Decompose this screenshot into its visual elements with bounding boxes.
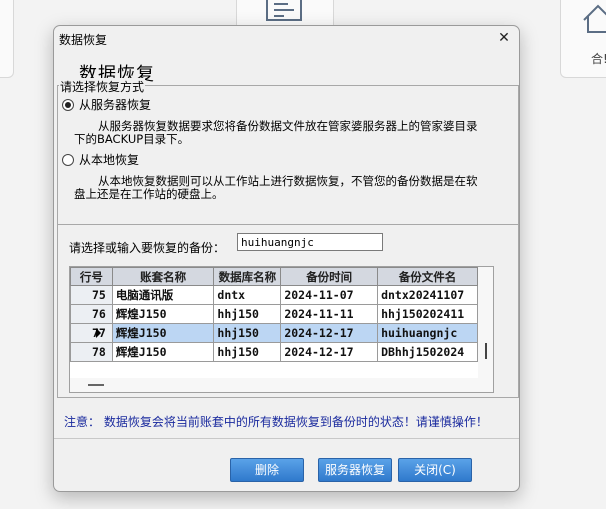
local-restore-description-line2: 盘上还是在工作站的硬盘上。 xyxy=(74,187,224,201)
title-bar[interactable]: 数据恢复 ✕ xyxy=(54,26,519,50)
recover-method-legend: 请选择恢复方式 xyxy=(59,78,146,95)
row-pointer-icon xyxy=(96,328,101,338)
backup-input[interactable] xyxy=(237,233,383,251)
radio-server-label: 从服务器恢复 xyxy=(79,98,152,112)
table-row[interactable]: 78 辉煌J150 hhj150 2024-12-17 DBhhj1502024 xyxy=(70,342,478,362)
radio-server-restore[interactable]: 从服务器恢复 xyxy=(62,96,151,113)
database-name-cell: hhj150 xyxy=(213,323,282,343)
backup-grid[interactable]: 行号 账套名称 数据库名称 备份时间 备份文件名 75 电脑通讯版 dntx 2… xyxy=(69,266,494,393)
backup-table: 行号 账套名称 数据库名称 备份时间 备份文件名 75 电脑通讯版 dntx 2… xyxy=(70,267,478,362)
column-header-backup-time[interactable]: 备份时间 xyxy=(280,267,379,286)
column-header-database-name[interactable]: 数据库名称 xyxy=(213,267,282,286)
row-number-cell: 75 xyxy=(70,285,113,305)
delete-button[interactable]: 删除 xyxy=(230,458,304,482)
horizontal-scroll-thumb[interactable] xyxy=(88,384,104,386)
backup-time-cell: 2024-12-17 xyxy=(280,342,379,362)
account-name-cell: 辉煌J150 xyxy=(111,323,215,343)
column-header-row-number[interactable]: 行号 xyxy=(70,267,113,286)
horizontal-scrollbar[interactable] xyxy=(70,378,478,392)
backup-file-cell: hhj150202411 xyxy=(377,304,478,324)
divider xyxy=(54,438,519,439)
database-name-cell: hhj150 xyxy=(213,304,282,324)
account-name-cell: 辉煌J150 xyxy=(111,304,215,324)
server-restore-description-line2: 下的BACKUP目录下。 xyxy=(74,132,190,146)
table-row-selected[interactable]: 77 辉煌J150 hhj150 2024-12-17 huihuangnjc xyxy=(70,323,478,343)
radio-local-label: 从本地恢复 xyxy=(79,153,140,167)
house-icon xyxy=(583,4,606,33)
radio-button-checked[interactable] xyxy=(62,98,74,111)
database-name-cell: hhj150 xyxy=(213,342,282,362)
backup-file-cell: dntx20241107 xyxy=(377,285,478,305)
account-name-cell: 电脑通讯版 xyxy=(111,285,215,305)
column-header-account-name[interactable]: 账套名称 xyxy=(111,267,215,286)
table-header-row: 行号 账套名称 数据库名称 备份时间 备份文件名 xyxy=(70,267,478,286)
vertical-scrollbar[interactable] xyxy=(478,267,493,392)
restore-dialog: 数据恢复 ✕ 数据恢复 请选择恢复方式 从服务器恢复 从服务器恢复数据要求您将备… xyxy=(53,25,520,492)
backup-file-cell: DBhhj1502024 xyxy=(377,342,478,362)
row-number-cell: 77 xyxy=(70,323,113,343)
database-name-cell: dntx xyxy=(213,285,282,305)
radio-button-unchecked[interactable] xyxy=(62,153,74,166)
column-header-backup-file[interactable]: 备份文件名 xyxy=(377,267,478,286)
close-button[interactable]: 关闭(C) xyxy=(398,458,472,482)
row-number-cell: 76 xyxy=(70,304,113,324)
server-restore-button[interactable]: 服务器恢复 xyxy=(318,458,392,482)
document-icon xyxy=(266,0,302,21)
backup-file-cell: huihuangnjc xyxy=(377,323,478,343)
window-title: 数据恢复 xyxy=(59,33,108,47)
backup-time-cell: 2024-11-11 xyxy=(280,304,379,324)
close-icon[interactable]: ✕ xyxy=(495,29,513,47)
table-row[interactable]: 75 电脑通讯版 dntx 2024-11-07 dntx20241107 xyxy=(70,285,478,305)
account-name-cell: 辉煌J150 xyxy=(111,342,215,362)
radio-local-restore[interactable]: 从本地恢复 xyxy=(62,151,139,168)
backup-time-cell: 2024-12-17 xyxy=(280,323,379,343)
background-label: 合! xyxy=(591,52,606,66)
table-row[interactable]: 76 辉煌J150 hhj150 2024-11-11 hhj150202411 xyxy=(70,304,478,324)
row-number-cell: 78 xyxy=(70,342,113,362)
background-card-left xyxy=(0,0,14,78)
backup-label: 请选择或输入要恢复的备份： xyxy=(69,241,226,255)
backup-time-cell: 2024-11-07 xyxy=(280,285,379,305)
vertical-scroll-thumb[interactable] xyxy=(485,343,487,359)
warning-note: 注意： 数据恢复会将当前账套中的所有数据恢复到备份时的状态！请谨慎操作！ xyxy=(64,415,488,429)
